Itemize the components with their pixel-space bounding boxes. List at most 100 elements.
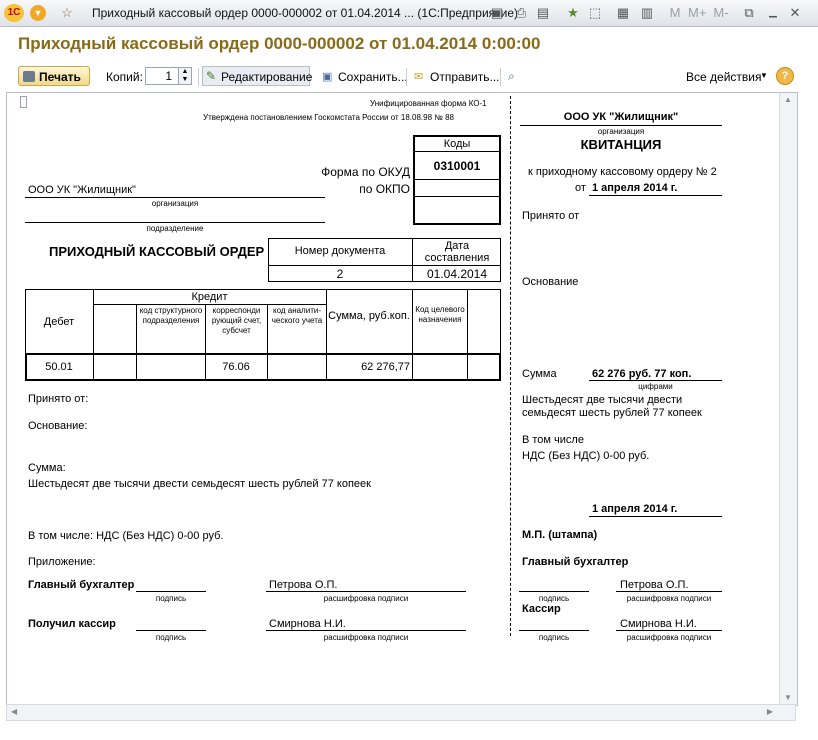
receipt-sum-words-2: семьдесят шесть рублей 77 копеек (522, 407, 702, 419)
receipt-decoding-caption: расшифровка подписи (626, 594, 712, 603)
decoding-caption: расшифровка подписи (323, 594, 409, 603)
scroll-down-icon[interactable]: ▼ (784, 693, 792, 702)
row-corr-account: 76.06 (222, 361, 250, 373)
vat-included: В том числе: НДС (Без НДС) 0-00 руб. (28, 530, 224, 542)
receipt-date2: 1 апреля 2014 г. (592, 503, 678, 515)
link-icon[interactable]: ⬚ (586, 4, 604, 22)
horizontal-scrollbar[interactable]: ◀ ▶ (6, 704, 796, 721)
signature-caption: подпись (155, 594, 187, 603)
receipt-to-order: к приходному кассовому ордеру № 2 (528, 166, 717, 178)
receipt-decoding-caption: расшифровка подписи (626, 633, 712, 642)
preview-search-icon[interactable]: ⌕ (508, 69, 515, 84)
chevron-down-icon: ▼ (760, 71, 768, 80)
favorite-star-icon[interactable]: ☆ (58, 4, 76, 22)
corr-account-header: корреспонди рующий счет, субсчет (211, 306, 262, 335)
subdivision-caption: подразделение (146, 224, 204, 233)
receipt-chief-name: Петрова О.П. (620, 579, 689, 591)
doc-date-value: 01.04.2014 (426, 267, 488, 281)
help-button[interactable]: ? (776, 67, 794, 85)
cut-line (510, 96, 511, 636)
copies-label: Копий: (106, 70, 143, 84)
chief-accountant-name: Петрова О.П. (269, 579, 338, 591)
okud-value: 0310001 (433, 159, 481, 173)
basis-label: Основание: (28, 420, 88, 432)
print-button[interactable]: Печать (18, 66, 90, 86)
signature-caption: подпись (155, 633, 187, 642)
receipt-org-caption: организация (597, 127, 645, 136)
app-logo-icon[interactable]: 1С (4, 4, 24, 22)
calculator-icon[interactable]: ▦ (614, 4, 632, 22)
receipt-sum-value: 62 276 руб. 77 коп. (592, 368, 692, 380)
add-favorite-icon[interactable]: ★ (564, 4, 582, 22)
window-restore-icon[interactable]: ⧉ (740, 4, 758, 22)
memory-plus-button[interactable]: M+ (688, 4, 706, 22)
doc-number-header: Номер документа (294, 245, 386, 257)
receipt-signature-caption: подпись (538, 633, 570, 642)
receipt-basis: Основание (522, 276, 579, 288)
receipt-cashier: Кассир (522, 603, 561, 615)
copies-input[interactable]: 1 (145, 67, 179, 85)
sum-label: Сумма: (28, 462, 66, 474)
approved-label: Утверждена постановлением Госкомстата Ро… (203, 113, 454, 122)
memory-m-button[interactable]: M (666, 4, 684, 22)
copies-spinner[interactable]: ▲ ▼ (179, 67, 192, 85)
codes-header: Коды (443, 138, 471, 150)
menu-dropdown-icon[interactable]: ▼ (30, 5, 46, 21)
edit-mode-button[interactable]: Редактирование (202, 66, 312, 86)
document-title: Приходный кассовый ордер 0000-000002 от … (18, 34, 541, 53)
toolbar-separator (198, 68, 199, 86)
cashier-label: Получил кассир (28, 618, 116, 630)
window-title: Приходный кассовый ордер 0000-000002 от … (92, 6, 519, 20)
save-button[interactable]: Сохранить... (322, 66, 408, 88)
chief-accountant-label: Главный бухгалтер (28, 579, 135, 591)
receipt-title: КВИТАНЦИЯ (580, 137, 662, 152)
calendar-icon[interactable]: ▥ (638, 4, 656, 22)
floppy-icon: ▣ (322, 71, 333, 83)
all-actions-menu[interactable]: Все действия (686, 66, 761, 88)
preview-icon[interactable]: ▤ (534, 4, 552, 22)
toolbar-separator (500, 68, 501, 86)
receipt-organization: ООО УК "Жилищник" (563, 111, 679, 123)
toolbar-separator (406, 68, 407, 86)
stamp-label: М.П. (штампа) (522, 529, 598, 541)
order-title: ПРИХОДНЫЙ КАССОВЫЙ ОРДЕР (49, 244, 265, 259)
receipt-sum-words-1: Шестьдесят две тысячи двести (522, 394, 683, 406)
attachment-label: Приложение: (28, 556, 96, 568)
row-sum: 62 276,77 (361, 361, 410, 373)
sum-in-words: Шестьдесят две тысячи двести семьдесят ш… (28, 478, 371, 490)
doc-number-value: 2 (336, 267, 344, 281)
envelope-icon: ✉ (414, 71, 424, 83)
print-icon[interactable]: ⎙ (512, 4, 530, 22)
minimize-icon[interactable]: ▁ (764, 4, 782, 22)
cursor-cell (20, 96, 27, 108)
send-button[interactable]: Отправить... (414, 66, 500, 88)
scroll-left-icon[interactable]: ◀ (11, 707, 17, 716)
struct-header: код структурного подразделения (139, 306, 203, 325)
received-from-label: Принято от: (28, 393, 89, 405)
receipt-vat: НДС (Без НДС) 0-00 руб. (522, 450, 650, 462)
receipt-cashier-name: Смирнова Н.И. (620, 618, 697, 630)
digits-caption: цифрами (638, 382, 673, 391)
unified-form-label: Унифицированная форма КО-1 (370, 99, 487, 108)
memory-minus-button[interactable]: M- (712, 4, 730, 22)
okpo-label: по ОКПО (359, 182, 410, 196)
vertical-scrollbar[interactable]: ▲ ▼ (779, 93, 797, 704)
receipt-date: 1 апреля 2014 г. (592, 182, 678, 194)
receipt-sum-label: Сумма (522, 368, 557, 380)
receipt-chief-accountant: Главный бухгалтер (522, 556, 629, 568)
row-debit: 50.01 (45, 361, 73, 373)
receipt-received-from: Принято от (522, 210, 580, 222)
date-header: Дата составления (424, 240, 490, 264)
debit-header: Дебет (43, 316, 75, 328)
save-icon[interactable]: ▣ (488, 4, 506, 22)
window-titlebar: 1С ▼ ☆ Приходный кассовый ордер 0000-000… (0, 0, 818, 27)
receipt-from-label: от (575, 182, 586, 194)
scroll-right-icon[interactable]: ▶ (767, 707, 773, 716)
credit-header: Кредит (191, 291, 228, 303)
cashier-name: Смирнова Н.И. (269, 618, 346, 630)
receipt-signature-caption: подпись (538, 594, 570, 603)
organization-name: ООО УК "Жилищник" (28, 184, 136, 196)
scroll-up-icon[interactable]: ▲ (784, 95, 792, 104)
analytic-header: код аналити- ческого учета (271, 306, 323, 325)
close-icon[interactable]: ✕ (786, 4, 804, 22)
